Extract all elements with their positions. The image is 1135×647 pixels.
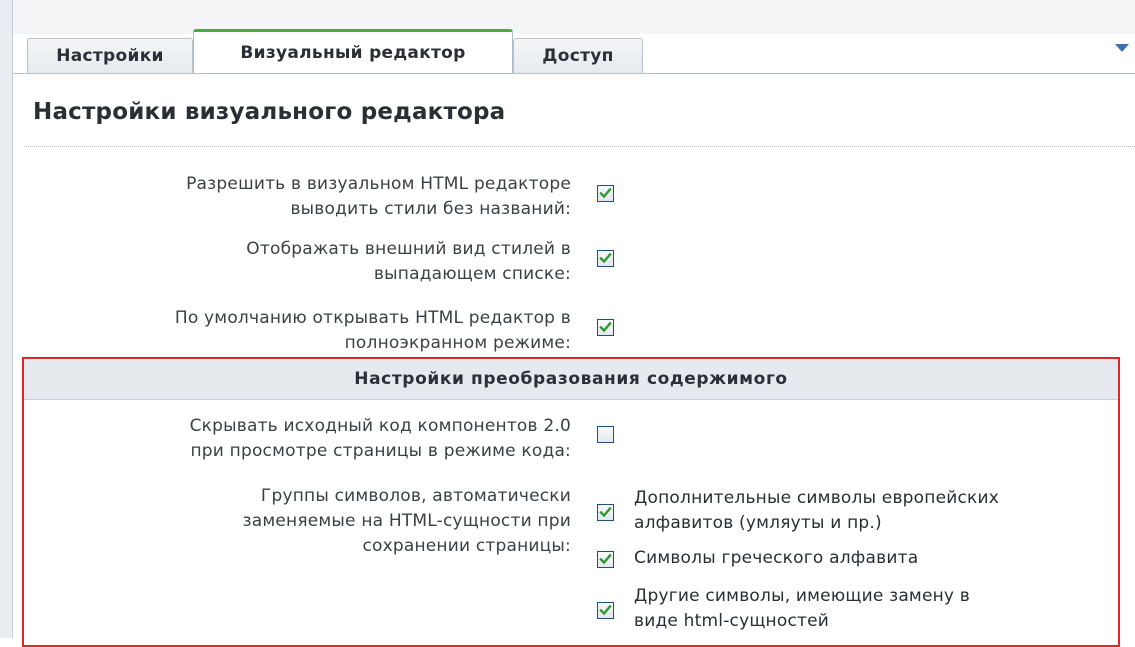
checkmark-icon bbox=[599, 553, 612, 565]
tabs-menu-arrow-icon[interactable] bbox=[1115, 44, 1129, 52]
setting-label-hide-source: Скрывать исходный код компонентов 2.0 пр… bbox=[11, 414, 571, 464]
setting-label-entity-groups: Группы символов, автоматически заменяемы… bbox=[11, 484, 571, 559]
checkmark-icon bbox=[599, 604, 612, 616]
greek-symbols-label: Символы греческого алфавита bbox=[634, 546, 918, 571]
option-label-line: виде html-сущностей bbox=[634, 611, 830, 631]
hide-source-checkbox[interactable] bbox=[597, 426, 614, 443]
settings-panel: Настройки Визуальный редактор Доступ Нас… bbox=[0, 0, 1135, 647]
other-symbols-checkbox[interactable] bbox=[597, 602, 614, 619]
greek-symbols-checkbox[interactable] bbox=[597, 551, 614, 568]
other-symbols-label: Другие символы, имеющие замену в виде ht… bbox=[634, 584, 970, 634]
option-label-line: алфавитов (умляуты и пр.) bbox=[634, 513, 882, 533]
setting-label-line: сохранении страницы: bbox=[362, 536, 571, 556]
setting-label-line: выводить стили без названий: bbox=[290, 199, 571, 219]
styles-without-names-checkbox[interactable] bbox=[597, 185, 614, 202]
option-label-line: Другие символы, имеющие замену в bbox=[634, 586, 971, 606]
setting-label-line: полноэкранном режиме: bbox=[344, 333, 571, 353]
style-preview-checkbox[interactable] bbox=[597, 250, 614, 267]
setting-label-line: Скрывать исходный код компонентов 2.0 bbox=[189, 416, 571, 436]
european-symbols-checkbox[interactable] bbox=[597, 504, 614, 521]
option-label-line: Дополнительные символы европейских bbox=[634, 488, 1000, 508]
setting-label-line: заменяемые на HTML-сущности при bbox=[242, 511, 571, 531]
tab-settings[interactable]: Настройки bbox=[27, 38, 193, 73]
setting-label-line: По умолчанию открывать HTML редактор в bbox=[174, 308, 571, 328]
setting-label-line: Отображать внешний вид стилей в bbox=[246, 239, 571, 259]
fullscreen-checkbox[interactable] bbox=[597, 319, 614, 336]
tab-baseline bbox=[13, 73, 1135, 74]
setting-label-line: Разрешить в визуальном HTML редакторе bbox=[186, 174, 571, 194]
checkmark-icon bbox=[599, 321, 612, 333]
setting-label-style-preview: Отображать внешний вид стилей в выпадающ… bbox=[11, 237, 571, 287]
option-label-line: Символы греческого алфавита bbox=[634, 548, 919, 568]
setting-label-line: при просмотре страницы в режиме кода: bbox=[190, 441, 571, 461]
checkmark-icon bbox=[599, 187, 612, 199]
tab-access[interactable]: Доступ bbox=[513, 38, 643, 73]
setting-label-styles-without-names: Разрешить в визуальном HTML редакторе вы… bbox=[11, 172, 571, 222]
setting-label-fullscreen: По умолчанию открывать HTML редактор в п… bbox=[11, 306, 571, 356]
conversion-section-header: Настройки преобразования содержимого bbox=[24, 359, 1118, 400]
tab-visual-editor[interactable]: Визуальный редактор bbox=[193, 29, 513, 74]
checkmark-icon bbox=[599, 252, 612, 264]
setting-label-line: Группы символов, автоматически bbox=[260, 486, 571, 506]
checkmark-icon bbox=[599, 506, 612, 518]
page-title: Настройки визуального редактора bbox=[33, 99, 506, 125]
tab-strip-background bbox=[13, 0, 1135, 34]
setting-label-line: выпадающем списке: bbox=[373, 264, 571, 284]
title-divider bbox=[24, 146, 1135, 147]
european-symbols-label: Дополнительные символы европейских алфав… bbox=[634, 486, 999, 536]
